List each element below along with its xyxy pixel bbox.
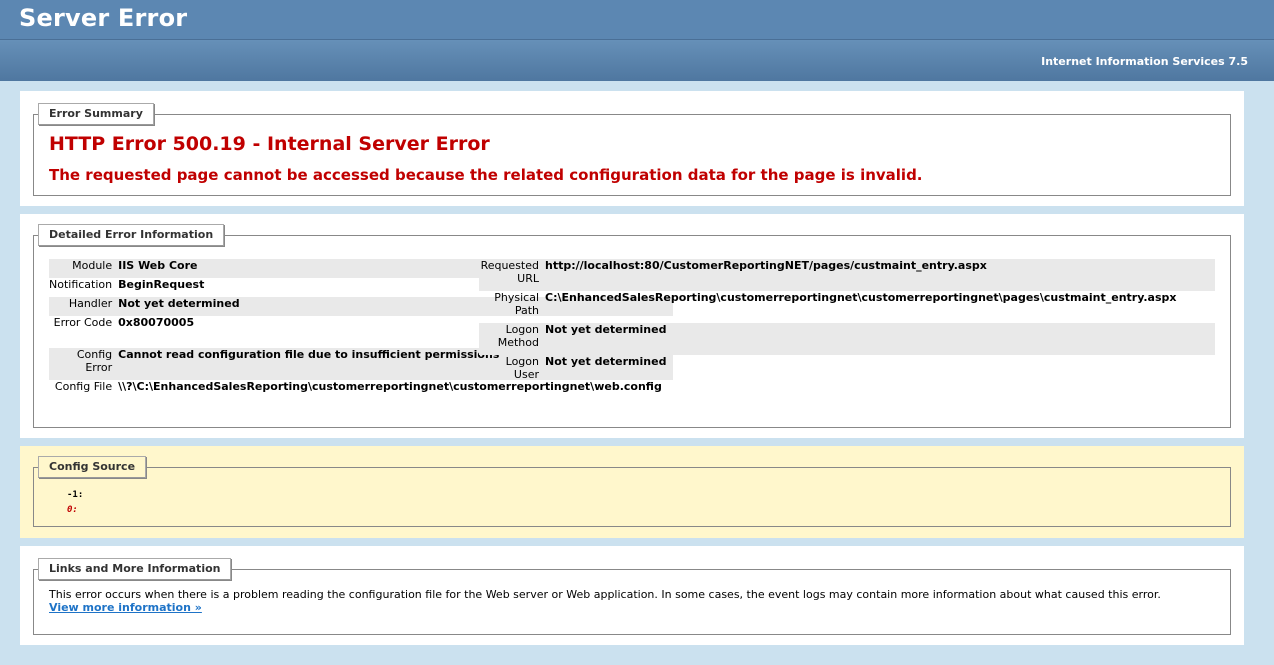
detail-label: Error Code	[53, 316, 113, 329]
links-text: This error occurs when there is a proble…	[49, 588, 1161, 601]
config-source-panel: Config Source -1: 0:	[20, 446, 1244, 538]
config-source-line-highlight: 0:	[67, 505, 78, 515]
links-fieldset: Links and More Information This error oc…	[33, 558, 1231, 635]
detailed-error-panel: Detailed Error Information Module IIS We…	[20, 214, 1244, 438]
detail-value: http://localhost:80/CustomerReportingNET…	[545, 259, 987, 272]
error-summary-fieldset: Error Summary HTTP Error 500.19 - Intern…	[33, 103, 1231, 196]
detail-row: Logon Method Not yet determined	[479, 323, 1215, 355]
detail-label: Physical Path	[494, 291, 539, 317]
config-source-line: -1:	[67, 490, 84, 500]
error-title: HTTP Error 500.19 - Internal Server Erro…	[49, 133, 490, 155]
product-name: Internet Information Services 7.5	[1041, 55, 1248, 68]
detail-label: Logon User	[505, 355, 539, 381]
detail-label: Handler	[68, 297, 113, 310]
links-legend: Links and More Information	[38, 558, 232, 580]
right-details-table: Requested URL http://localhost:80/Custom…	[479, 259, 1215, 387]
page-title: Server Error	[19, 4, 188, 32]
error-message: The requested page cannot be accessed be…	[49, 166, 923, 184]
detail-row: Physical Path C:\EnhancedSalesReporting\…	[479, 291, 1215, 323]
detail-row: Requested URL http://localhost:80/Custom…	[479, 259, 1215, 291]
config-source-legend: Config Source	[38, 456, 147, 478]
links-panel: Links and More Information This error oc…	[20, 546, 1244, 645]
error-summary-legend: Error Summary	[38, 103, 154, 125]
detail-value: Not yet determined	[545, 323, 667, 336]
error-summary-panel: Error Summary HTTP Error 500.19 - Intern…	[20, 91, 1244, 206]
detail-label: Notification	[49, 278, 113, 291]
links-description: This error occurs when there is a proble…	[49, 588, 1161, 614]
view-more-information-link[interactable]: View more information »	[49, 601, 202, 614]
detail-label: Logon Method	[497, 323, 539, 349]
sub-header: Internet Information Services 7.5	[0, 40, 1274, 81]
detailed-error-legend: Detailed Error Information	[38, 224, 225, 246]
detail-value: Not yet determined	[545, 355, 667, 368]
detail-label: Config Error	[76, 348, 113, 374]
config-source-fieldset: Config Source -1: 0:	[33, 456, 1231, 527]
detail-value: C:\EnhancedSalesReporting\customerreport…	[545, 291, 1177, 304]
detail-row: Logon User Not yet determined	[479, 355, 1215, 387]
page-header: Server Error	[0, 0, 1274, 40]
detail-label: Module	[72, 259, 113, 272]
detailed-error-fieldset: Detailed Error Information Module IIS We…	[33, 224, 1231, 428]
detail-label: Config File	[54, 380, 113, 393]
detail-label: Requested URL	[480, 259, 539, 285]
